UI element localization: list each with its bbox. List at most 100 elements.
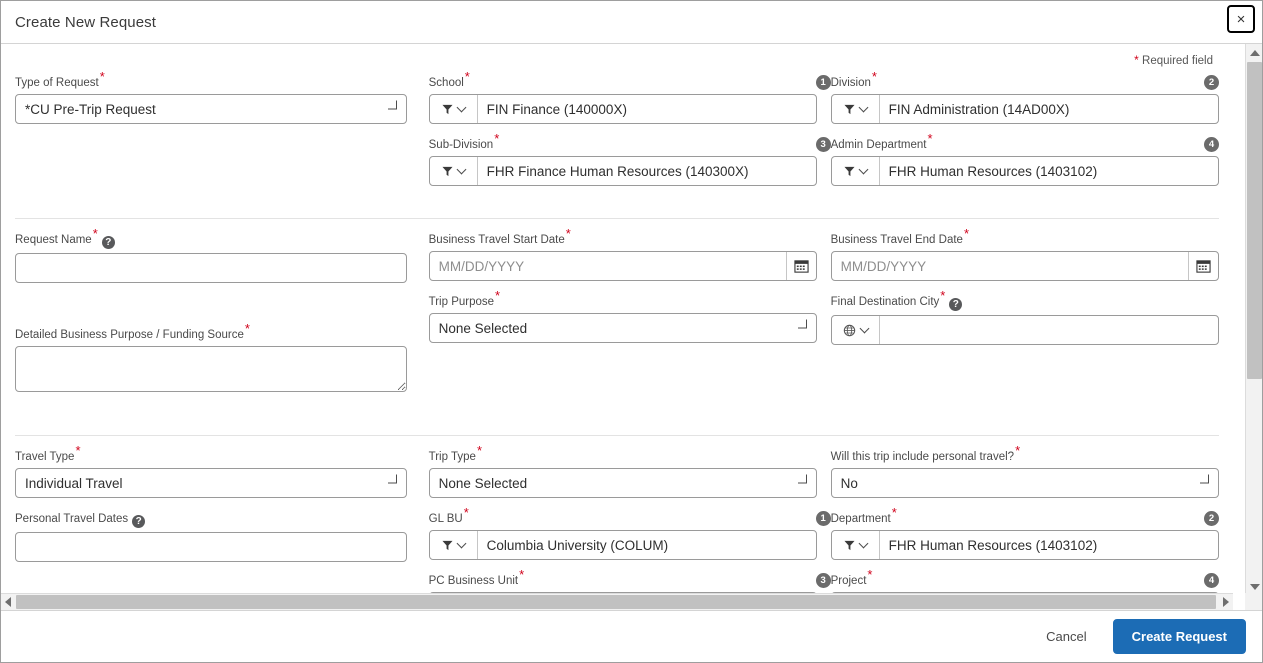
label-project: Project* [831, 568, 1219, 588]
travel-type-select[interactable]: Individual Travel [15, 468, 407, 498]
label-trip-purpose: Trip Purpose* [429, 289, 831, 309]
vertical-scrollbar[interactable] [1245, 44, 1262, 595]
close-icon[interactable]: × [1227, 5, 1255, 33]
division-lookup[interactable]: FIN Administration (14AD00X) [830, 94, 1219, 124]
personal-travel-dates-input[interactable] [15, 532, 407, 562]
detailed-business-purpose-textarea[interactable] [15, 346, 407, 392]
field-trip-type: Trip Type* None Selected [428, 444, 831, 498]
create-new-request-dialog: Create New Request × * Required field Ty… [0, 0, 1263, 663]
filter-icon-button-gl-bu[interactable] [429, 531, 478, 559]
scroll-up-arrow-icon[interactable] [1246, 44, 1262, 61]
required-marker: * [1015, 443, 1021, 459]
field-pc-business-unit: PC Business Unit* 3 General Projects (GE… [428, 568, 831, 595]
filter-icon [844, 166, 855, 176]
label-text: PC Business Unit [428, 575, 519, 587]
label-business-travel-start-date: Business Travel Start Date* [428, 227, 831, 247]
field-order-badge-project: 4 [1204, 573, 1219, 588]
dialog-header: Create New Request × [1, 1, 1262, 44]
gl-bu-lookup[interactable]: Columbia University (COLUM) [428, 530, 817, 560]
label-text: Trip Type [428, 451, 476, 463]
admin-department-lookup[interactable]: FHR Human Resources (1403102) [830, 156, 1219, 186]
field-order-badge-division: 2 [1204, 75, 1219, 90]
label-text: Business Travel Start Date [428, 234, 565, 246]
business-travel-end-date-field[interactable]: MM/DD/YYYY [830, 251, 1219, 281]
section-trip-details: Request Name*? Detailed Business Purpose… [15, 218, 1219, 411]
required-marker: * [463, 505, 469, 521]
help-icon-final-destination-city[interactable]: ? [949, 298, 963, 311]
section2-column-1: Request Name*? Detailed Business Purpose… [15, 227, 429, 411]
type-of-request-select[interactable]: *CU Pre-Trip Request [15, 94, 407, 124]
label-text: Travel Type [15, 451, 75, 463]
dialog-footer: Cancel Create Request [1, 610, 1262, 662]
label-admin-department: Admin Department* [830, 132, 1219, 152]
scroll-left-arrow-icon[interactable] [1, 594, 15, 610]
trip-type-select[interactable]: None Selected [428, 468, 817, 498]
section2-column-3: Business Travel End Date* MM/DD/YYYY Fin… [830, 227, 1219, 411]
chevron-down-icon [797, 319, 807, 329]
field-trip-purpose: Trip Purpose* None Selected [428, 289, 831, 343]
trip-purpose-select[interactable]: None Selected [428, 313, 817, 343]
field-order-badge-pc-business-unit: 3 [815, 573, 831, 588]
horizontal-scrollbar[interactable] [1, 593, 1233, 610]
field-department: Department* 2 FHR Human Resources (14031… [830, 506, 1219, 560]
cancel-button[interactable]: Cancel [1034, 623, 1098, 650]
required-marker: * [891, 505, 897, 521]
business-travel-start-date-field[interactable]: MM/DD/YYYY [428, 251, 817, 281]
filter-icon-button-division[interactable] [831, 95, 880, 123]
chevron-down-icon [456, 102, 467, 112]
filter-icon-button-admin-department[interactable] [831, 157, 880, 185]
required-marker: * [75, 443, 81, 459]
sub-division-value: FHR Finance Human Resources (140300X) [486, 163, 749, 179]
horizontal-scrollbar-thumb[interactable] [16, 595, 1216, 609]
label-business-travel-end-date: Business Travel End Date* [831, 227, 1219, 247]
final-destination-city-lookup[interactable] [830, 315, 1219, 345]
filter-icon-button-school[interactable] [429, 95, 478, 123]
field-business-travel-end-date: Business Travel End Date* MM/DD/YYYY [830, 227, 1219, 281]
label-text: Type of Request [15, 77, 99, 89]
business-travel-start-date-placeholder: MM/DD/YYYY [438, 258, 525, 274]
required-marker: * [963, 226, 969, 242]
required-marker: * [494, 131, 500, 147]
request-name-input[interactable] [15, 253, 407, 283]
calendar-icon-button-start-date[interactable] [785, 252, 816, 280]
chevron-down-icon [456, 164, 467, 174]
create-request-button[interactable]: Create Request [1112, 619, 1246, 654]
scroll-right-arrow-icon[interactable] [1219, 594, 1233, 610]
filter-icon-button-department[interactable] [831, 531, 880, 559]
label-trip-type: Trip Type* [428, 444, 831, 464]
personal-travel-question-select[interactable]: No [830, 468, 1219, 498]
filter-icon [442, 166, 453, 176]
label-travel-type: Travel Type* [15, 444, 429, 464]
field-admin-department: Admin Department* 4 FHR Human Resources … [830, 132, 1219, 186]
globe-icon-button-destination[interactable] [831, 316, 880, 344]
chevron-down-icon [858, 164, 869, 174]
required-star-legend: * [1134, 53, 1139, 67]
sub-division-lookup[interactable]: FHR Finance Human Resources (140300X) [428, 156, 817, 186]
school-lookup[interactable]: FIN Finance (140000X) [428, 94, 817, 124]
dialog-title: Create New Request [15, 13, 157, 31]
chevron-down-icon [456, 538, 467, 548]
label-text: Admin Department [830, 139, 927, 151]
filter-icon-button-sub-division[interactable] [429, 157, 478, 185]
type-of-request-value: *CU Pre-Trip Request [25, 101, 156, 117]
label-text: School [428, 77, 464, 89]
chevron-down-icon [388, 474, 397, 484]
required-field-note-label: Required field [1142, 55, 1213, 67]
field-travel-type: Travel Type* Individual Travel [15, 444, 429, 498]
vertical-scrollbar-thumb[interactable] [1247, 62, 1262, 379]
required-field-note: * Required field [15, 44, 1219, 72]
dialog-form: * Required field Type of Request* *CU Pr… [1, 44, 1233, 595]
calendar-icon-button-end-date[interactable] [1187, 252, 1218, 280]
help-icon-request-name[interactable]: ? [101, 236, 115, 249]
required-marker: * [871, 69, 877, 85]
field-business-travel-start-date: Business Travel Start Date* MM/DD/YYYY [428, 227, 831, 281]
department-value: FHR Human Resources (1403102) [888, 537, 1098, 553]
section1-column-1: Type of Request* *CU Pre-Trip Request [15, 70, 429, 200]
gl-bu-value: Columbia University (COLUM) [486, 537, 669, 553]
chevron-down-icon [388, 100, 397, 110]
department-lookup[interactable]: FHR Human Resources (1403102) [830, 530, 1219, 560]
help-icon-personal-travel-dates[interactable]: ? [132, 515, 146, 528]
label-text: Department [830, 513, 891, 525]
label-detailed-business-purpose: Detailed Business Purpose / Funding Sour… [15, 322, 429, 342]
field-sub-division: Sub-Division* 3 FHR Finance Human Resour… [428, 132, 831, 186]
